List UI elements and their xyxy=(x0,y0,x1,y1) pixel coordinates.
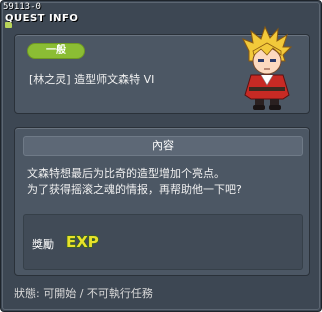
reward-label: 獎勵 xyxy=(32,238,54,251)
quest-status: 狀態: 可開始 / 不可執行任務 xyxy=(14,287,153,300)
category-badge: 一般 xyxy=(27,43,85,59)
reward-area: 獎勵 EXP xyxy=(23,214,303,270)
quest-content-panel: 內容 文森特想最后为比奇的造型增加个亮点。 为了获得摇滚之魂的情报，再帮助他一下… xyxy=(14,127,310,276)
description-line-1: 文森特想最后为比奇的造型增加个亮点。 xyxy=(27,167,225,180)
description-line-2: 为了获得摇滚之魂的情报，再帮助他一下吧? xyxy=(27,183,242,196)
quest-name: [林之灵] 造型师文森特 VI xyxy=(29,73,155,86)
quest-id: 59113-0 xyxy=(3,2,41,12)
content-section-header: 內容 xyxy=(23,136,303,156)
quest-info-window: 59113-0 QUEST INFO 一般 [林之灵] 造型师文森特 VI 內容… xyxy=(0,0,322,312)
npc-portrait xyxy=(241,25,293,110)
window-title: QUEST INFO xyxy=(5,13,79,24)
quest-description: 文森特想最后为比奇的造型增加个亮点。 为了获得摇滚之魂的情报，再帮助他一下吧? xyxy=(27,166,303,198)
exp-icon[interactable]: EXP xyxy=(64,231,100,251)
exp-icon-text: EXP xyxy=(66,233,99,251)
